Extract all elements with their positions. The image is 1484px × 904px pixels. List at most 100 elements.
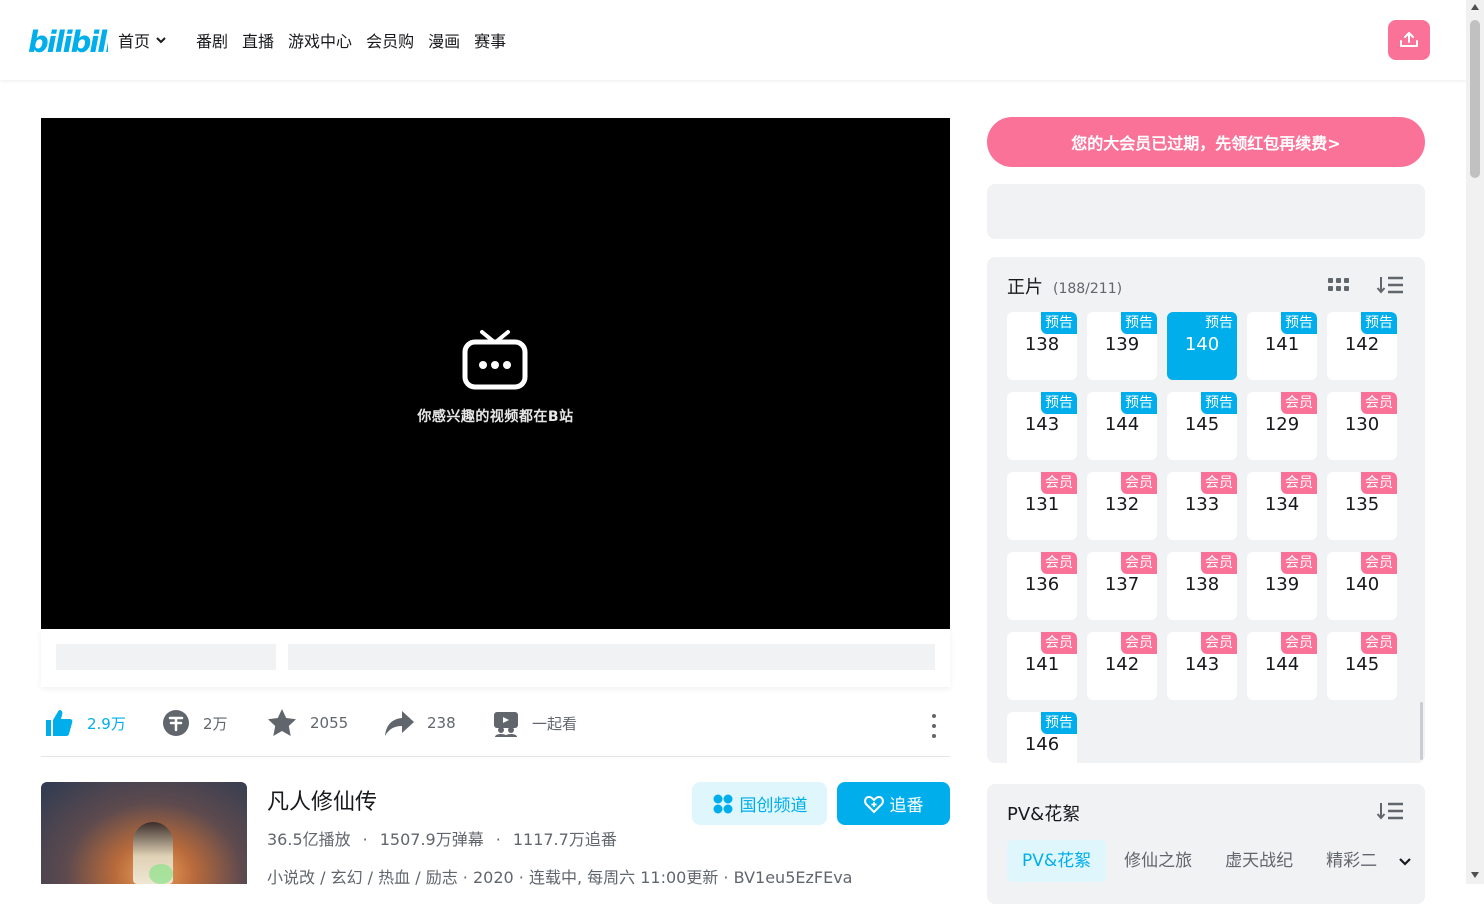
pv-tab-xutian-war[interactable]: 虚天战纪 <box>1210 840 1308 882</box>
media-update-status: 连载中, 每周六 11:00更新 <box>528 868 719 887</box>
episode-item[interactable]: 142 预告 <box>1327 312 1397 380</box>
follow-series-button[interactable]: 追番 <box>837 782 950 825</box>
episode-number: 142 <box>1344 334 1380 355</box>
episode-list-scrollbar[interactable] <box>1420 702 1423 760</box>
nav-item-live[interactable]: 直播 <box>242 28 274 52</box>
video-player[interactable]: 你感兴趣的视频都在B站 <box>41 118 950 629</box>
episode-item[interactable]: 141 预告 <box>1247 312 1317 380</box>
scroll-up-arrow-icon[interactable] <box>1471 4 1479 10</box>
episode-item[interactable]: 133 会员 <box>1167 472 1237 540</box>
player-sending-bar <box>41 629 950 687</box>
episode-number: 130 <box>1344 414 1380 435</box>
episode-item[interactable]: 142 会员 <box>1087 632 1157 700</box>
chevron-down-icon[interactable] <box>1397 854 1413 870</box>
episode-item[interactable]: 145 会员 <box>1327 632 1397 700</box>
pv-tab-highlights[interactable]: 精彩二 <box>1311 840 1392 882</box>
cover-glow <box>149 864 173 884</box>
episode-item[interactable]: 135 会员 <box>1327 472 1397 540</box>
media-cover[interactable] <box>41 782 247 884</box>
episode-item[interactable]: 132 会员 <box>1087 472 1157 540</box>
member-badge: 会员 <box>1121 472 1157 494</box>
episode-item[interactable]: 139 预告 <box>1087 312 1157 380</box>
episode-item[interactable]: 145 预告 <box>1167 392 1237 460</box>
media-year: 2020 <box>472 868 514 887</box>
like-button[interactable]: 2.9万 <box>43 706 126 740</box>
episode-number: 146 <box>1024 734 1060 755</box>
member-badge: 会员 <box>1201 552 1237 574</box>
player-slogan: 你感兴趣的视频都在B站 <box>417 409 574 425</box>
nav-home[interactable]: 首页 <box>118 28 168 52</box>
bilibili-logo[interactable]: bilibili <box>28 22 108 58</box>
episode-item[interactable]: 137 会员 <box>1087 552 1157 620</box>
media-stats: 36.5亿播放 · 1507.9万弹幕 · 1117.7万追番 <box>267 830 617 849</box>
episode-item[interactable]: 141 会员 <box>1007 632 1077 700</box>
share-button[interactable]: 238 <box>383 706 456 740</box>
episode-item[interactable]: 144 会员 <box>1247 632 1317 700</box>
preview-badge: 预告 <box>1121 392 1157 414</box>
danmaku-input-placeholder[interactable] <box>288 644 935 670</box>
episode-item[interactable]: 131 会员 <box>1007 472 1077 540</box>
more-options-icon[interactable] <box>927 714 941 738</box>
episode-item[interactable]: 146 预告 <box>1007 712 1077 763</box>
coin-button[interactable]: 2万 <box>161 706 228 740</box>
grid-view-icon[interactable] <box>1328 278 1350 292</box>
pv-section-title: PV&花絮 <box>1007 804 1081 825</box>
upload-button[interactable] <box>1388 20 1430 60</box>
favorite-button[interactable]: 2055 <box>266 706 348 740</box>
episode-item[interactable]: 139 会员 <box>1247 552 1317 620</box>
pv-tab-cultivation-journey[interactable]: 修仙之旅 <box>1109 840 1207 882</box>
episode-item[interactable]: 138 会员 <box>1167 552 1237 620</box>
episode-item[interactable]: 138 预告 <box>1007 312 1077 380</box>
pv-sort-order-icon[interactable] <box>1376 801 1404 821</box>
preview-badge: 预告 <box>1041 312 1077 334</box>
favorite-count: 2055 <box>310 714 349 732</box>
sort-order-icon[interactable] <box>1376 275 1404 295</box>
episode-item[interactable]: 134 会员 <box>1247 472 1317 540</box>
nav-item-game-center[interactable]: 游戏中心 <box>288 28 352 52</box>
top-header: bilibili 首页 番剧 直播 游戏中心 会员购 漫画 赛事 <box>0 0 1466 80</box>
episode-item[interactable]: 129 会员 <box>1247 392 1317 460</box>
guochuang-channel-button[interactable]: 国创频道 <box>692 782 827 825</box>
watch-together-icon <box>494 712 518 737</box>
nav-item-esports[interactable]: 赛事 <box>474 28 506 52</box>
nav-item-mall[interactable]: 会员购 <box>366 28 414 52</box>
episode-item[interactable]: 144 预告 <box>1087 392 1157 460</box>
episode-panel: 正片 (188/211) 138 预告 139 预告 140 预告 141 预告 142 预告 14… <box>987 257 1425 763</box>
player-info-placeholder <box>56 644 276 670</box>
episode-item[interactable]: 136 会员 <box>1007 552 1077 620</box>
channel-grid-icon <box>713 794 732 813</box>
scrollbar-thumb[interactable] <box>1470 20 1480 178</box>
nav-item-anime[interactable]: 番剧 <box>196 28 228 52</box>
member-badge: 会员 <box>1121 632 1157 654</box>
watch-together-button[interactable]: 一起看 <box>492 706 577 740</box>
ad-placeholder <box>987 184 1425 239</box>
episode-item[interactable]: 140 会员 <box>1327 552 1397 620</box>
thumbs-up-icon <box>46 710 73 736</box>
episode-number: 138 <box>1024 334 1060 355</box>
episode-item[interactable]: 143 会员 <box>1167 632 1237 700</box>
upload-icon <box>1400 32 1418 47</box>
member-badge: 会员 <box>1281 392 1317 414</box>
episode-item[interactable]: 143 预告 <box>1007 392 1077 460</box>
vip-expired-banner[interactable]: 您的大会员已过期，先领红包再续费> <box>987 117 1425 167</box>
page-scrollbar[interactable] <box>1466 0 1484 884</box>
episode-number: 129 <box>1264 414 1300 435</box>
share-count: 238 <box>427 714 456 732</box>
pv-tabs: PV&花絮 修仙之旅 虚天战纪 精彩二 <box>1007 840 1395 882</box>
preview-badge: 预告 <box>1121 312 1157 334</box>
episode-item[interactable]: 130 会员 <box>1327 392 1397 460</box>
scroll-down-arrow-icon[interactable] <box>1471 872 1479 878</box>
episode-item[interactable]: 140 预告 <box>1167 312 1237 380</box>
pv-tab-pv-extras[interactable]: PV&花絮 <box>1007 840 1107 882</box>
episode-number: 139 <box>1264 574 1300 595</box>
episode-number: 145 <box>1184 414 1220 435</box>
episode-number: 135 <box>1344 494 1380 515</box>
member-badge: 会员 <box>1121 552 1157 574</box>
preview-badge: 预告 <box>1361 312 1397 334</box>
member-badge: 会员 <box>1281 552 1317 574</box>
share-arrow-icon <box>385 711 414 736</box>
member-badge: 会员 <box>1361 632 1397 654</box>
media-title[interactable]: 凡人修仙传 <box>267 784 377 816</box>
nav-item-manga[interactable]: 漫画 <box>428 28 460 52</box>
member-badge: 会员 <box>1041 552 1077 574</box>
